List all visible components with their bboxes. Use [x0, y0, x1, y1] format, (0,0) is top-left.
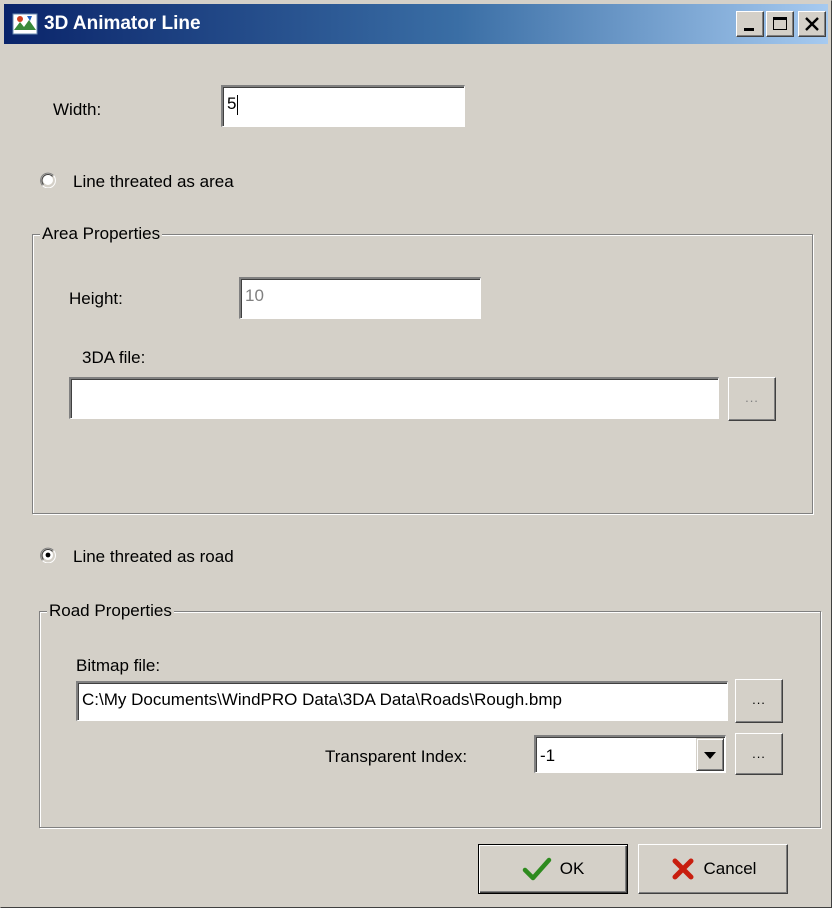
close-button[interactable] — [798, 11, 826, 37]
ok-button-label: OK — [559, 859, 585, 878]
3da-file-input[interactable] — [69, 377, 719, 419]
window-title: 3D Animator Line — [44, 13, 201, 34]
dialog-window: 3D Animator Line Width: 5 Line threated — [0, 0, 832, 908]
width-label: Width: — [53, 100, 102, 119]
bitmap-file-input[interactable]: C:\My Documents\WindPRO Data\3DA Data\Ro… — [76, 681, 728, 721]
transparent-index-label: Transparent Index: — [325, 747, 468, 766]
text-caret — [237, 94, 239, 115]
ellipsis-icon: ... — [745, 390, 759, 405]
bitmap-file-label: Bitmap file: — [76, 656, 161, 675]
height-value: 10 — [245, 286, 264, 305]
road-properties-legend: Road Properties — [47, 601, 174, 621]
transparent-index-browse-button[interactable]: ... — [735, 733, 783, 775]
checkmark-icon — [522, 857, 551, 881]
bitmap-browse-button[interactable]: ... — [735, 679, 783, 723]
maximize-icon — [773, 17, 787, 30]
cancel-button[interactable]: Cancel — [638, 844, 788, 894]
area-radio-label[interactable]: Line threated as area — [73, 172, 234, 192]
area-properties-legend: Area Properties — [40, 224, 163, 244]
ellipsis-icon: ... — [752, 692, 766, 707]
transparent-index-select[interactable]: -1 — [534, 735, 726, 773]
height-input[interactable]: 10 — [239, 277, 481, 319]
cancel-button-label: Cancel — [703, 859, 757, 878]
height-label: Height: — [69, 289, 123, 308]
minimize-button[interactable] — [736, 11, 764, 37]
3da-file-browse-button[interactable]: ... — [728, 377, 776, 421]
ellipsis-icon: ... — [752, 746, 766, 761]
road-radio[interactable] — [40, 547, 56, 563]
road-radio-label[interactable]: Line threated as road — [73, 547, 234, 567]
minimize-icon — [744, 28, 754, 31]
x-icon — [672, 858, 694, 880]
close-icon — [805, 17, 819, 31]
windpro-app-icon[interactable] — [12, 12, 38, 36]
width-value: 5 — [227, 94, 237, 113]
ok-button[interactable]: OK — [478, 844, 628, 894]
area-properties-group — [32, 234, 813, 514]
dropdown-arrow-button[interactable] — [696, 738, 724, 771]
title-bar[interactable]: 3D Animator Line — [4, 4, 828, 44]
transparent-index-value: -1 — [540, 746, 556, 765]
3da-file-label: 3DA file: — [82, 348, 146, 367]
area-radio[interactable] — [40, 172, 56, 188]
maximize-button[interactable] — [766, 11, 794, 37]
width-input[interactable]: 5 — [221, 85, 465, 127]
bitmap-file-value: C:\My Documents\WindPRO Data\3DA Data\Ro… — [82, 690, 562, 709]
chevron-down-icon — [704, 752, 716, 759]
